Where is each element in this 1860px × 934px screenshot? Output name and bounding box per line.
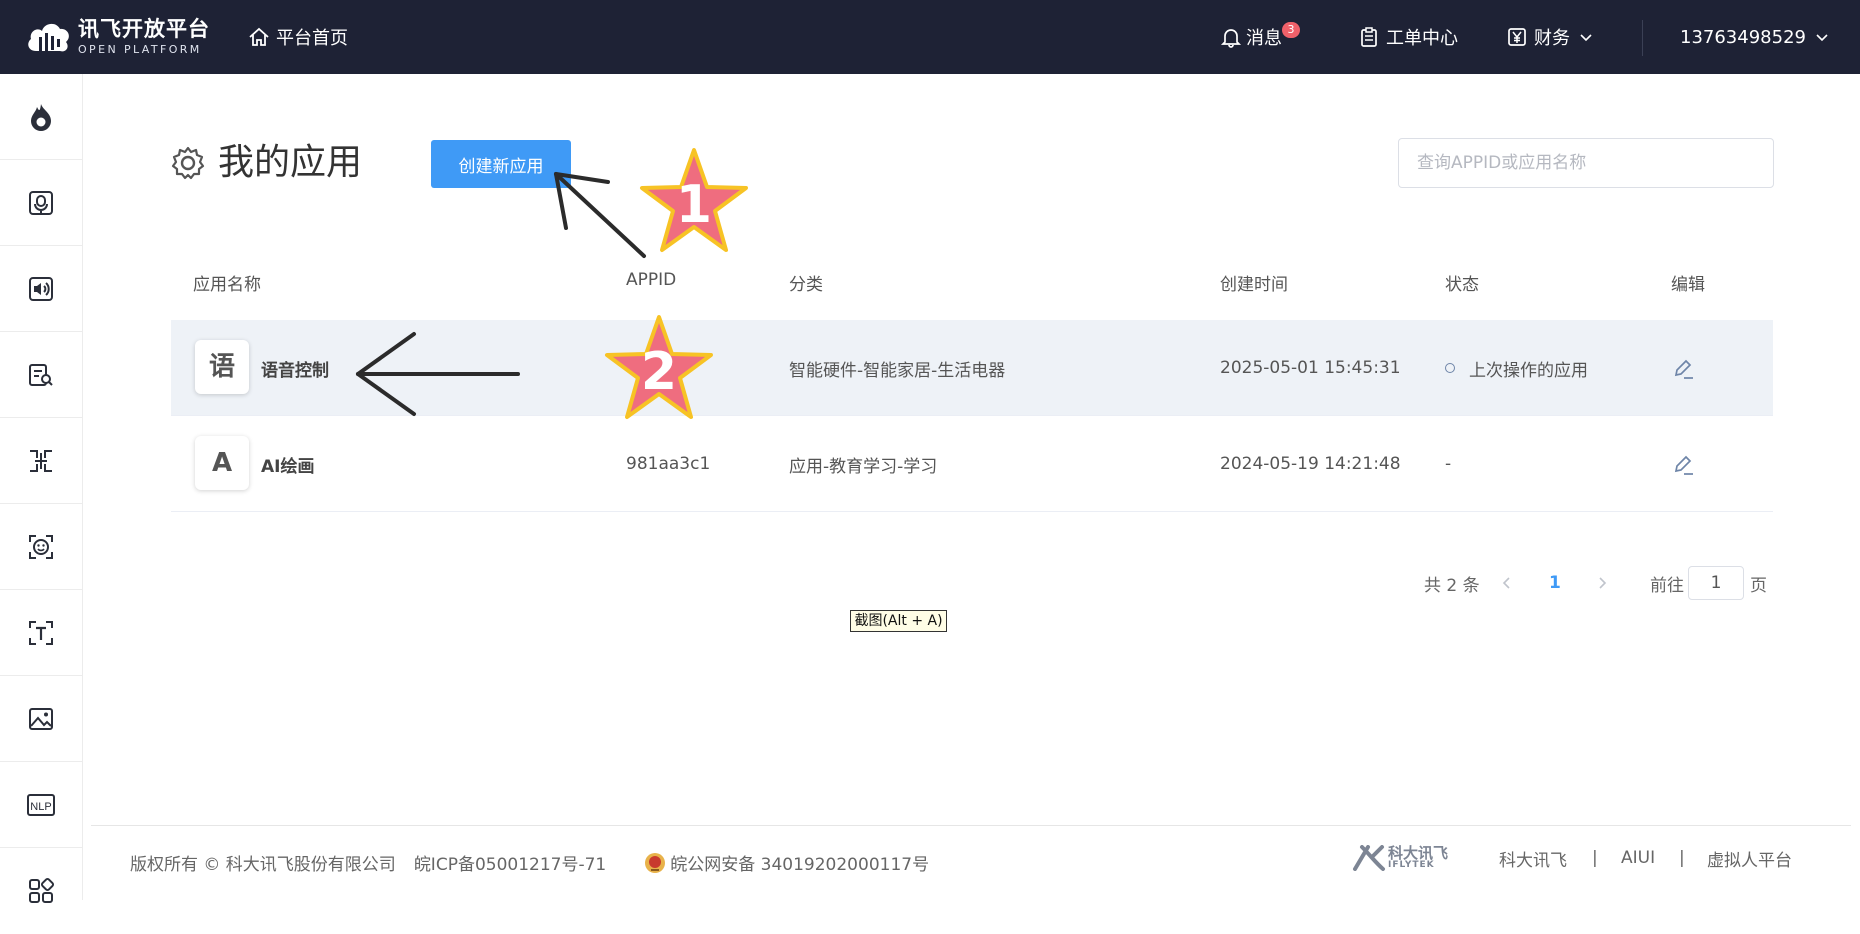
footer-separator: | bbox=[1592, 848, 1598, 868]
footer-divider bbox=[91, 825, 1851, 826]
iflytek-x-icon bbox=[1353, 845, 1385, 871]
footer-link-aiui[interactable]: AIUI bbox=[1621, 843, 1655, 873]
footer-brand-en: IFLYTEK bbox=[1388, 860, 1435, 870]
footer-link-iflytek[interactable]: 科大讯飞 bbox=[1499, 843, 1567, 873]
footer-link-virtual-human[interactable]: 虚拟人平台 bbox=[1707, 843, 1792, 873]
footer-separator: | bbox=[1679, 848, 1685, 868]
annotation-arrows bbox=[356, 172, 646, 416]
annotation-star-1-number: 1 bbox=[675, 175, 713, 235]
footer-legal: 版权所有 © 科大讯飞股份有限公司 皖ICP备05001217号-71 皖公网安… bbox=[130, 850, 929, 875]
footer-icp-link[interactable]: 皖ICP备05001217号-71 bbox=[414, 850, 606, 875]
footer-police-link[interactable]: 皖公网安备 34019202000117号 bbox=[670, 850, 929, 875]
footer-brand-cn: 科大讯飞 bbox=[1388, 844, 1449, 862]
arrow-to-create-button bbox=[554, 172, 646, 258]
police-badge-icon bbox=[645, 852, 666, 873]
iflytek-logo: 科大讯飞 IFLYTEK bbox=[1352, 843, 1448, 873]
footer-copyright: 版权所有 © 科大讯飞股份有限公司 bbox=[130, 855, 396, 875]
arrow-to-first-app bbox=[356, 332, 520, 416]
annotation-star-2-number: 2 bbox=[640, 342, 678, 402]
